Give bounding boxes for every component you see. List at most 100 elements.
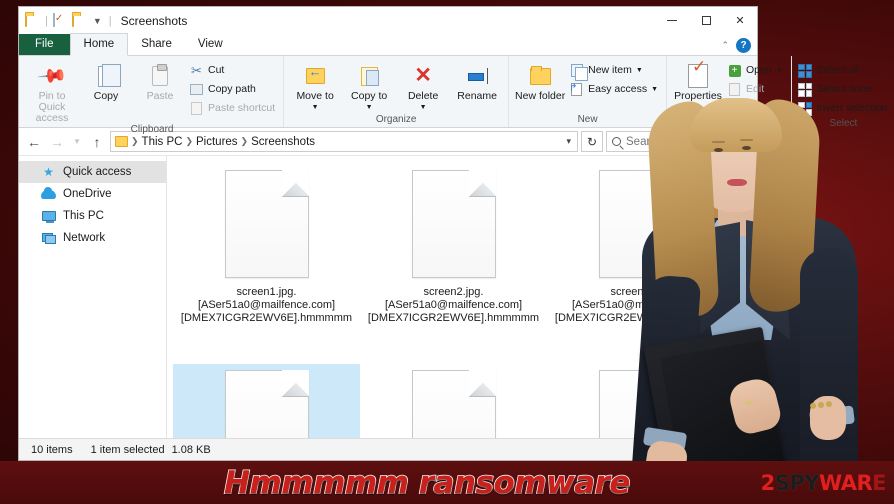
file-name: screen2.jpg.[ASer51a0@mailfence.com][DME… (367, 286, 540, 324)
cut-button[interactable]: ✂ Cut (187, 61, 279, 80)
close-button[interactable]: ✕ (723, 7, 757, 34)
button-label: Copy to (351, 90, 388, 102)
paste-shortcut-button[interactable]: Paste shortcut (187, 99, 279, 118)
pin-icon: 📌 (36, 60, 68, 92)
copy-to-button[interactable]: Copy to ▼ (342, 59, 396, 113)
copy-button[interactable]: Copy (79, 59, 133, 102)
tab-share[interactable]: Share (128, 34, 185, 55)
jacket-buttons (809, 400, 833, 410)
blank-file-icon (598, 370, 683, 438)
chevron-down-icon[interactable]: ▼ (420, 102, 427, 113)
sidebar-item-quick-access[interactable]: ★ Quick access (19, 161, 166, 183)
chevron-down-icon[interactable]: ▼ (636, 64, 643, 77)
chevron-down-icon[interactable]: ▼ (366, 102, 373, 113)
folder-icon[interactable] (25, 12, 40, 28)
sidebar-item-network[interactable]: Network (19, 227, 166, 249)
search-input[interactable]: Search Screenshots (606, 131, 752, 152)
separator: | (45, 14, 48, 27)
delete-button[interactable]: ✕ Delete ▼ (396, 59, 450, 113)
sidebar-item-this-pc[interactable]: This PC (19, 205, 166, 227)
hand-right (810, 396, 846, 440)
button-label: Invert selection (816, 102, 888, 114)
select-all-icon (798, 63, 813, 78)
status-selected-count: 1 item selected (90, 443, 165, 456)
status-item-count: 10 items (31, 443, 73, 456)
properties-icon (688, 61, 709, 91)
sidebar-item-onedrive[interactable]: OneDrive (19, 183, 166, 205)
ribbon-tabs: File Home Share View ⌃ ? (19, 33, 757, 56)
history-icon (727, 101, 742, 116)
rename-button[interactable]: Rename (450, 59, 504, 102)
new-item-icon (569, 63, 588, 81)
pin-to-quick-access-button[interactable]: 📌 Pin to Quick access (25, 59, 79, 124)
edit-button[interactable]: Edit (725, 80, 787, 99)
breadcrumb-screenshots[interactable]: Screenshots (251, 136, 315, 148)
maximize-button[interactable] (689, 7, 723, 34)
new-folder-icon[interactable] (71, 12, 87, 28)
help-button[interactable]: ? (736, 38, 751, 53)
button-label: Select all (816, 64, 860, 76)
button-label: New item (588, 64, 632, 76)
folder-icon (115, 136, 128, 147)
breadcrumb-pictures[interactable]: Pictures (196, 136, 238, 148)
chevron-down-icon[interactable]: ▾ (566, 136, 573, 147)
copy-path-button[interactable]: Copy path (187, 80, 279, 99)
select-none-button[interactable]: Select none (796, 80, 892, 99)
list-item[interactable] (547, 364, 734, 438)
chevron-down-icon[interactable]: ▼ (312, 102, 319, 113)
tab-view[interactable]: View (185, 34, 236, 55)
minimize-button[interactable] (655, 7, 689, 34)
tab-file[interactable]: File (19, 34, 70, 55)
file-list-pane[interactable]: screen1.jpg.[ASer51a0@mailfence.com][DME… (167, 156, 757, 438)
select-small-buttons: Select all Select none Invert selection (796, 59, 892, 118)
invert-selection-button[interactable]: Invert selection (796, 99, 892, 118)
file-explorer-window: | ▼ | Screenshots ✕ File Home Share View… (18, 6, 887, 461)
properties-button[interactable]: Properties ▼ (671, 59, 725, 113)
button-label: Properties (674, 90, 722, 102)
quick-access-toolbar[interactable]: | ▼ | (25, 12, 113, 28)
refresh-button[interactable]: ↻ (581, 131, 603, 152)
open-icon: + (727, 63, 742, 78)
properties-icon[interactable] (52, 12, 68, 28)
chevron-down-icon[interactable]: ▼ (776, 64, 783, 77)
copy-path-icon (189, 82, 204, 97)
star-icon: ★ (43, 165, 54, 179)
move-to-button[interactable]: Move to ▼ (288, 59, 342, 113)
rename-icon (466, 61, 489, 91)
ribbon-group-clipboard: 📌 Pin to Quick access Copy Paste ✂ Cut C… (21, 56, 283, 135)
chevron-down-icon[interactable]: ▼ (91, 16, 104, 26)
list-item[interactable] (173, 364, 360, 438)
chevron-up-icon[interactable]: ⌃ (721, 40, 729, 51)
paste-button[interactable]: Paste (133, 59, 187, 102)
breadcrumb-separator: ❯ (240, 136, 249, 146)
open-button[interactable]: + Open ▼ (725, 61, 787, 80)
history-button[interactable]: History (725, 99, 787, 118)
list-item[interactable]: screen3.jpg.[ASer51a0@mailfence.com][DME… (547, 164, 734, 364)
button-label: Pin to Quick access (35, 90, 69, 124)
invert-selection-icon (798, 101, 813, 116)
new-folder-button[interactable]: New folder (513, 59, 567, 102)
select-none-icon (798, 82, 813, 97)
group-label: Select (829, 118, 858, 129)
ribbon-group-organize: Move to ▼ Copy to ▼ ✕ Delete ▼ (283, 56, 508, 127)
sidebar-item-label: OneDrive (63, 188, 112, 200)
button-label: New folder (515, 90, 566, 102)
easy-access-button[interactable]: Easy access ▼ (567, 80, 662, 99)
paste-icon (152, 61, 168, 91)
list-item[interactable]: screen2.jpg.[ASer51a0@mailfence.com][DME… (360, 164, 547, 364)
chevron-down-icon[interactable]: ▼ (651, 83, 658, 96)
blank-file-icon (411, 170, 496, 278)
list-item[interactable]: screen1.jpg.[ASer51a0@mailfence.com][DME… (173, 164, 360, 364)
breadcrumb-this-pc[interactable]: This PC (142, 136, 183, 148)
select-all-button[interactable]: Select all (796, 61, 892, 80)
button-label: Move to (296, 90, 334, 102)
new-item-button[interactable]: New item ▼ (567, 61, 662, 81)
blank-file-icon (598, 170, 683, 278)
clipboard-small-buttons: ✂ Cut Copy path Paste shortcut (187, 59, 279, 118)
delete-x-icon: ✕ (414, 64, 432, 87)
search-icon (612, 137, 621, 146)
copy-icon (97, 61, 121, 91)
tab-home[interactable]: Home (69, 33, 129, 56)
list-item[interactable] (360, 364, 547, 438)
chevron-down-icon[interactable]: ▼ (695, 102, 702, 113)
